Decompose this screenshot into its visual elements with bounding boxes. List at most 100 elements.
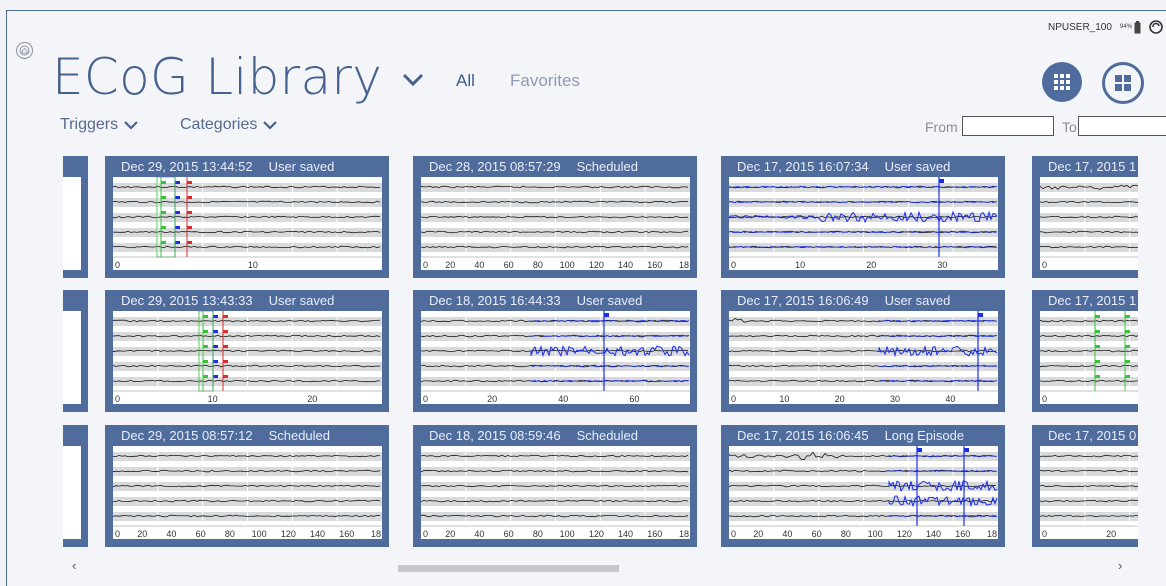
record-card[interactable]: Dec 17, 2015 1 010 bbox=[1032, 156, 1138, 278]
trigger-flag bbox=[161, 226, 166, 229]
x-tick-label: 20 bbox=[445, 260, 455, 270]
x-tick-label: 20 bbox=[445, 529, 455, 539]
trigger-flag bbox=[161, 211, 166, 214]
scroll-left-arrow[interactable]: ‹ bbox=[72, 558, 76, 573]
record-card[interactable]: Dec 18, 2015 08:59:46 Scheduled 0 20 40 60 80 1… bbox=[413, 425, 697, 547]
record-card-clip: Dec 17, 2015 1 020 bbox=[1032, 290, 1138, 412]
sync-icon[interactable] bbox=[1149, 20, 1163, 34]
trigger-flag bbox=[161, 196, 166, 199]
from-date-input[interactable] bbox=[962, 116, 1054, 136]
tab-all[interactable]: All bbox=[456, 71, 475, 91]
grid-small-icon bbox=[1054, 74, 1070, 90]
x-tick-label: 40 bbox=[558, 394, 568, 404]
grid-small-button[interactable] bbox=[1042, 62, 1082, 102]
record-card-clip: Dec 17, 2015 1 010 bbox=[1032, 156, 1138, 278]
home-button[interactable] bbox=[16, 42, 33, 59]
x-tick-label: 60 bbox=[504, 260, 514, 270]
record-card-partial[interactable] bbox=[63, 156, 88, 278]
trigger-flag bbox=[203, 345, 208, 348]
record-card-partial[interactable] bbox=[63, 425, 88, 547]
record-header: Dec 17, 2015 16:07:34 User saved bbox=[737, 159, 1005, 174]
ecog-plot: 0 20 40 60 80 100 120 140 160 18 bbox=[421, 177, 690, 270]
ecog-plot: 0 20 40 60 80 100 120 140 160 18 bbox=[421, 446, 690, 539]
x-tick-label: 140 bbox=[310, 529, 325, 539]
trigger-flag bbox=[213, 345, 218, 348]
record-card[interactable]: Dec 28, 2015 08:57:29 Scheduled 0 20 40 60 80 1… bbox=[413, 156, 697, 278]
x-tick-label: 80 bbox=[533, 260, 543, 270]
record-thumbnail: 020 bbox=[1040, 311, 1138, 404]
record-card[interactable]: Dec 29, 2015 13:44:52 User saved 0 10 bbox=[105, 156, 389, 278]
page-title-row[interactable]: ECoG Library bbox=[52, 48, 424, 106]
triggers-filter[interactable]: Triggers bbox=[60, 116, 138, 134]
episode-flag bbox=[604, 313, 609, 317]
record-card[interactable]: Dec 29, 2015 13:43:33 User saved 0 10 20 bbox=[105, 290, 389, 412]
trigger-flag bbox=[175, 226, 180, 229]
x-tick-label: 100 bbox=[560, 529, 575, 539]
record-card[interactable]: Dec 17, 2015 16:06:49 User saved 0 10 20 30 40 bbox=[721, 290, 1005, 412]
trigger-flag bbox=[1125, 330, 1130, 333]
x-tick-label: 0 bbox=[1042, 260, 1047, 270]
chevron-down-icon bbox=[124, 120, 138, 130]
record-card-partial[interactable] bbox=[63, 290, 88, 412]
categories-filter[interactable]: Categories bbox=[180, 116, 278, 134]
record-thumbnail bbox=[63, 311, 81, 404]
record-date: Dec 17, 2015 16:06:49 bbox=[737, 293, 869, 308]
x-tick-label: 0 bbox=[423, 394, 428, 404]
record-header: Dec 29, 2015 08:57:12 Scheduled bbox=[121, 428, 389, 443]
record-card[interactable]: Dec 17, 2015 16:06:45 Long Episode 0 20 40 60… bbox=[721, 425, 1005, 547]
scrollbar-thumb[interactable] bbox=[398, 565, 619, 572]
trigger-flag bbox=[1125, 315, 1130, 318]
record-header: Dec 18, 2015 16:44:33 User saved bbox=[429, 293, 697, 308]
chevron-down-icon[interactable] bbox=[402, 73, 424, 87]
x-tick-label: 0 bbox=[731, 529, 736, 539]
trigger-flag bbox=[223, 360, 228, 363]
x-tick-label: 10 bbox=[779, 394, 789, 404]
record-card[interactable]: Dec 17, 2015 16:07:34 User saved 0 10 20 30 bbox=[721, 156, 1005, 278]
battery-text: 94% bbox=[1119, 24, 1132, 30]
record-thumbnail bbox=[63, 446, 81, 539]
record-type: User saved bbox=[268, 293, 335, 308]
x-tick-label: 160 bbox=[339, 529, 354, 539]
record-date: Dec 28, 2015 08:57:29 bbox=[429, 159, 561, 174]
record-card[interactable]: Dec 29, 2015 08:57:12 Scheduled 0 20 40 60 80 1… bbox=[105, 425, 389, 547]
trigger-flag bbox=[1125, 360, 1130, 363]
trigger-flag bbox=[213, 360, 218, 363]
x-tick-label: 60 bbox=[504, 529, 514, 539]
x-tick-label: 40 bbox=[166, 529, 176, 539]
x-tick-label: 120 bbox=[589, 529, 604, 539]
record-card[interactable]: Dec 18, 2015 16:44:33 User saved 0 20 40 60 bbox=[413, 290, 697, 412]
ecog-plot: 0 20 40 60 bbox=[421, 311, 690, 404]
scroll-right-arrow[interactable]: › bbox=[1118, 558, 1122, 573]
tab-favorites[interactable]: Favorites bbox=[510, 71, 580, 91]
record-header: Dec 28, 2015 08:57:29 Scheduled bbox=[429, 159, 697, 174]
x-tick-label: 0 bbox=[115, 260, 120, 270]
record-thumbnail: 0 10 20 bbox=[113, 311, 382, 404]
x-tick-label: 0 bbox=[731, 260, 736, 270]
record-card[interactable]: Dec 17, 2015 1 020 bbox=[1032, 290, 1138, 412]
user-name: NPUSER_100 bbox=[1048, 21, 1112, 33]
trigger-flag bbox=[1095, 315, 1100, 318]
record-date: Dec 17, 2015 1 bbox=[1048, 293, 1137, 308]
trigger-flag bbox=[223, 330, 228, 333]
ecog-plot: 0 10 20 bbox=[113, 311, 382, 404]
record-card[interactable]: Dec 17, 2015 00204060 bbox=[1032, 425, 1138, 547]
x-tick-label: 60 bbox=[196, 529, 206, 539]
trigger-flag bbox=[187, 211, 192, 214]
x-tick-label: 40 bbox=[945, 394, 955, 404]
record-header: Dec 18, 2015 08:59:46 Scheduled bbox=[429, 428, 697, 443]
trigger-flag bbox=[223, 315, 228, 318]
x-tick-label: 80 bbox=[225, 529, 235, 539]
grid-large-button[interactable] bbox=[1102, 62, 1144, 104]
x-tick-label: 100 bbox=[252, 529, 267, 539]
x-tick-label: 0 bbox=[731, 394, 736, 404]
x-tick-label: 140 bbox=[926, 529, 941, 539]
record-card-clip: Dec 17, 2015 00204060 bbox=[1032, 425, 1138, 547]
to-date-input[interactable] bbox=[1078, 116, 1166, 136]
x-tick-label: 30 bbox=[890, 394, 900, 404]
x-tick-label: 20 bbox=[866, 260, 876, 270]
x-tick-label: 0 bbox=[423, 260, 428, 270]
record-thumbnail: 0 10 20 30 bbox=[729, 177, 998, 270]
status-bar: NPUSER_100 94% bbox=[1048, 20, 1163, 34]
x-tick-label: 140 bbox=[618, 260, 633, 270]
x-tick-label: 120 bbox=[281, 529, 296, 539]
